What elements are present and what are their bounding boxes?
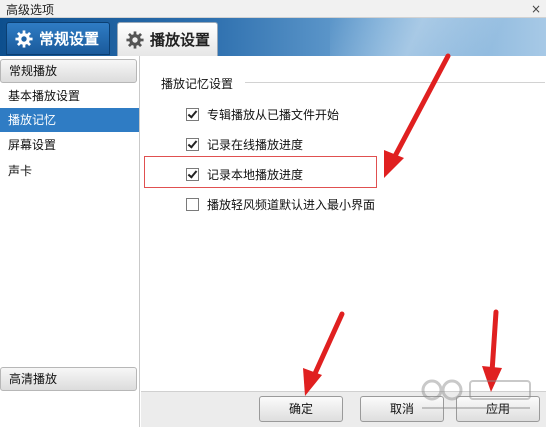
tab-bar: 常规设置 播放设置 [0, 18, 546, 56]
group-title: 播放记忆设置 [161, 75, 240, 92]
tab-bar-decoration [330, 18, 546, 56]
sidebar-item-playback-memory[interactable]: 播放记忆 [0, 108, 139, 132]
option-breeze-mini-mode[interactable]: 播放轻风频道默认进入最小界面 [186, 196, 375, 212]
sidebar-item-label: 屏幕设置 [8, 138, 57, 152]
sidebar-item-label: 基本播放设置 [8, 89, 81, 103]
tab-playback-settings[interactable]: 播放设置 [117, 22, 218, 56]
gear-icon [15, 29, 33, 48]
sidebar-section-general-playback[interactable]: 常规播放 [0, 59, 137, 83]
checkbox[interactable] [186, 107, 199, 121]
gear-icon [126, 30, 144, 49]
sidebar-item-screen-settings[interactable]: 屏幕设置 [0, 133, 139, 157]
annotation-highlight-box [144, 156, 377, 188]
option-label: 专辑播放从已播文件开始 [207, 107, 340, 122]
checkbox[interactable] [186, 137, 199, 151]
sidebar-item-label: 播放记忆 [8, 113, 57, 127]
sidebar-item-sound-card[interactable]: 声卡 [0, 159, 139, 183]
settings-panel: 播放记忆设置 专辑播放从已播文件开始 记录在线播放进度 记录本地播放进度 播放轻… [141, 56, 546, 391]
tab-general-label: 常规设置 [39, 30, 100, 48]
group-divider [245, 82, 545, 83]
sidebar: 常规播放 基本播放设置 播放记忆 屏幕设置 声卡 高清播放 [0, 56, 140, 427]
ok-button[interactable]: 确定 [259, 396, 343, 422]
option-record-online-progress[interactable]: 记录在线播放进度 [186, 136, 303, 152]
option-album-resume[interactable]: 专辑播放从已播文件开始 [186, 106, 339, 122]
checkbox[interactable] [186, 197, 199, 211]
title-bar: 高级选项 × [0, 0, 546, 18]
option-label: 播放轻风频道默认进入最小界面 [207, 197, 376, 212]
checkmark-icon [187, 137, 198, 149]
tab-general-settings[interactable]: 常规设置 [6, 22, 110, 55]
window-title: 高级选项 [6, 3, 55, 17]
close-icon[interactable]: × [526, 0, 546, 18]
option-label: 记录在线播放进度 [207, 137, 304, 152]
sidebar-item-basic-playback[interactable]: 基本播放设置 [0, 84, 139, 108]
sidebar-item-label: 声卡 [8, 164, 33, 178]
tab-playback-label: 播放设置 [150, 31, 211, 49]
watermark-logo [421, 379, 531, 409]
sidebar-section-hd-playback[interactable]: 高清播放 [0, 367, 137, 391]
checkmark-icon [187, 107, 198, 119]
